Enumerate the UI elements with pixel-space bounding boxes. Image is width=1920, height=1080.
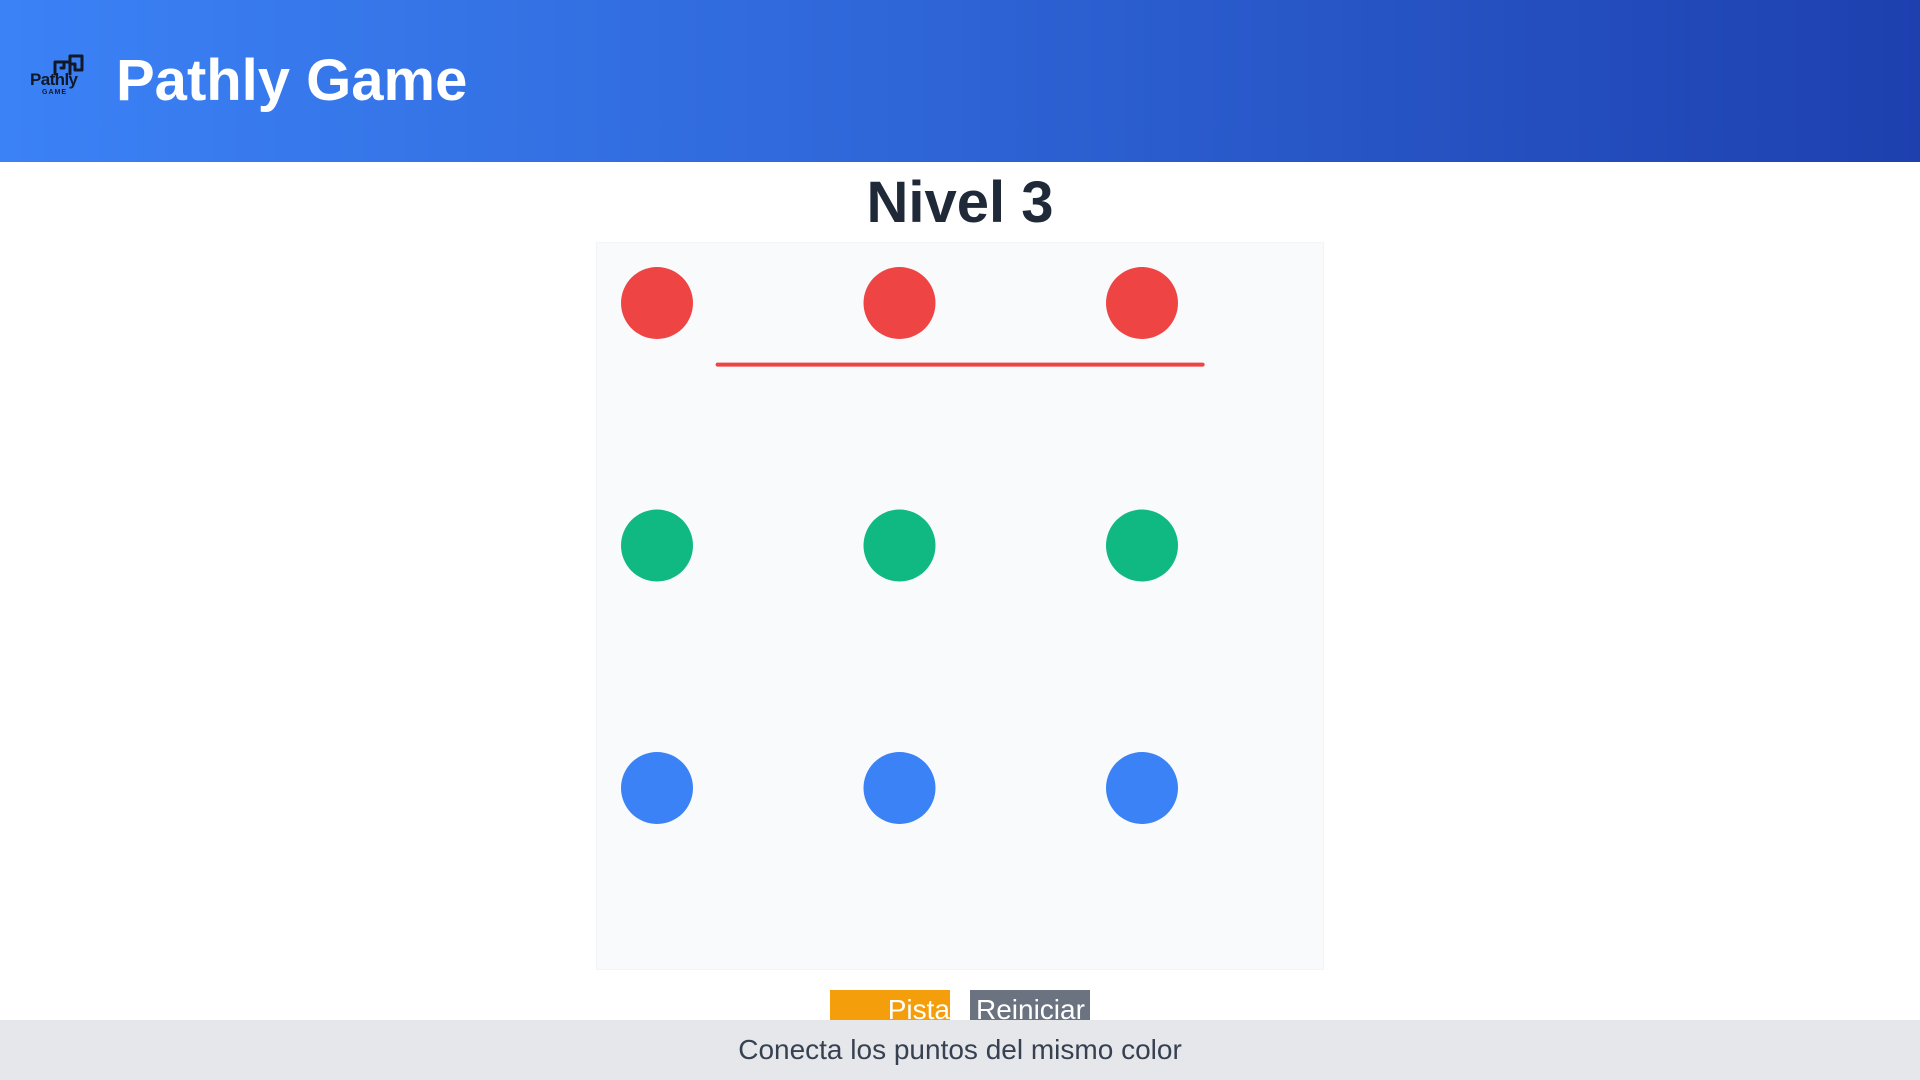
game-board-canvas[interactable] [597,243,1324,970]
game-board[interactable] [596,242,1324,970]
instruction-text: Conecta los puntos del mismo color [738,1034,1182,1065]
blue-dot-3-2[interactable] [863,752,936,824]
level-title: Nivel 3 [866,170,1054,235]
instruction-footer: Conecta los puntos del mismo color [0,1020,1920,1080]
red-dot-1-3[interactable] [1106,267,1178,339]
green-dot-2-2[interactable] [863,509,936,582]
red-dot-1-1[interactable] [621,267,693,339]
logo-subtitle: GAME [42,89,67,96]
blue-dot-3-3[interactable] [1106,752,1178,824]
app-logo: Pathly GAME [30,52,88,110]
red-dot-1-2[interactable] [863,267,936,339]
green-dot-2-3[interactable] [1106,509,1178,582]
logo-wordmark: Pathly [30,70,78,89]
app-title: Pathly Game [116,48,468,113]
app-header: Pathly GAME Pathly Game [0,0,1920,162]
green-dot-2-1[interactable] [621,509,693,582]
blue-dot-3-1[interactable] [621,752,693,824]
